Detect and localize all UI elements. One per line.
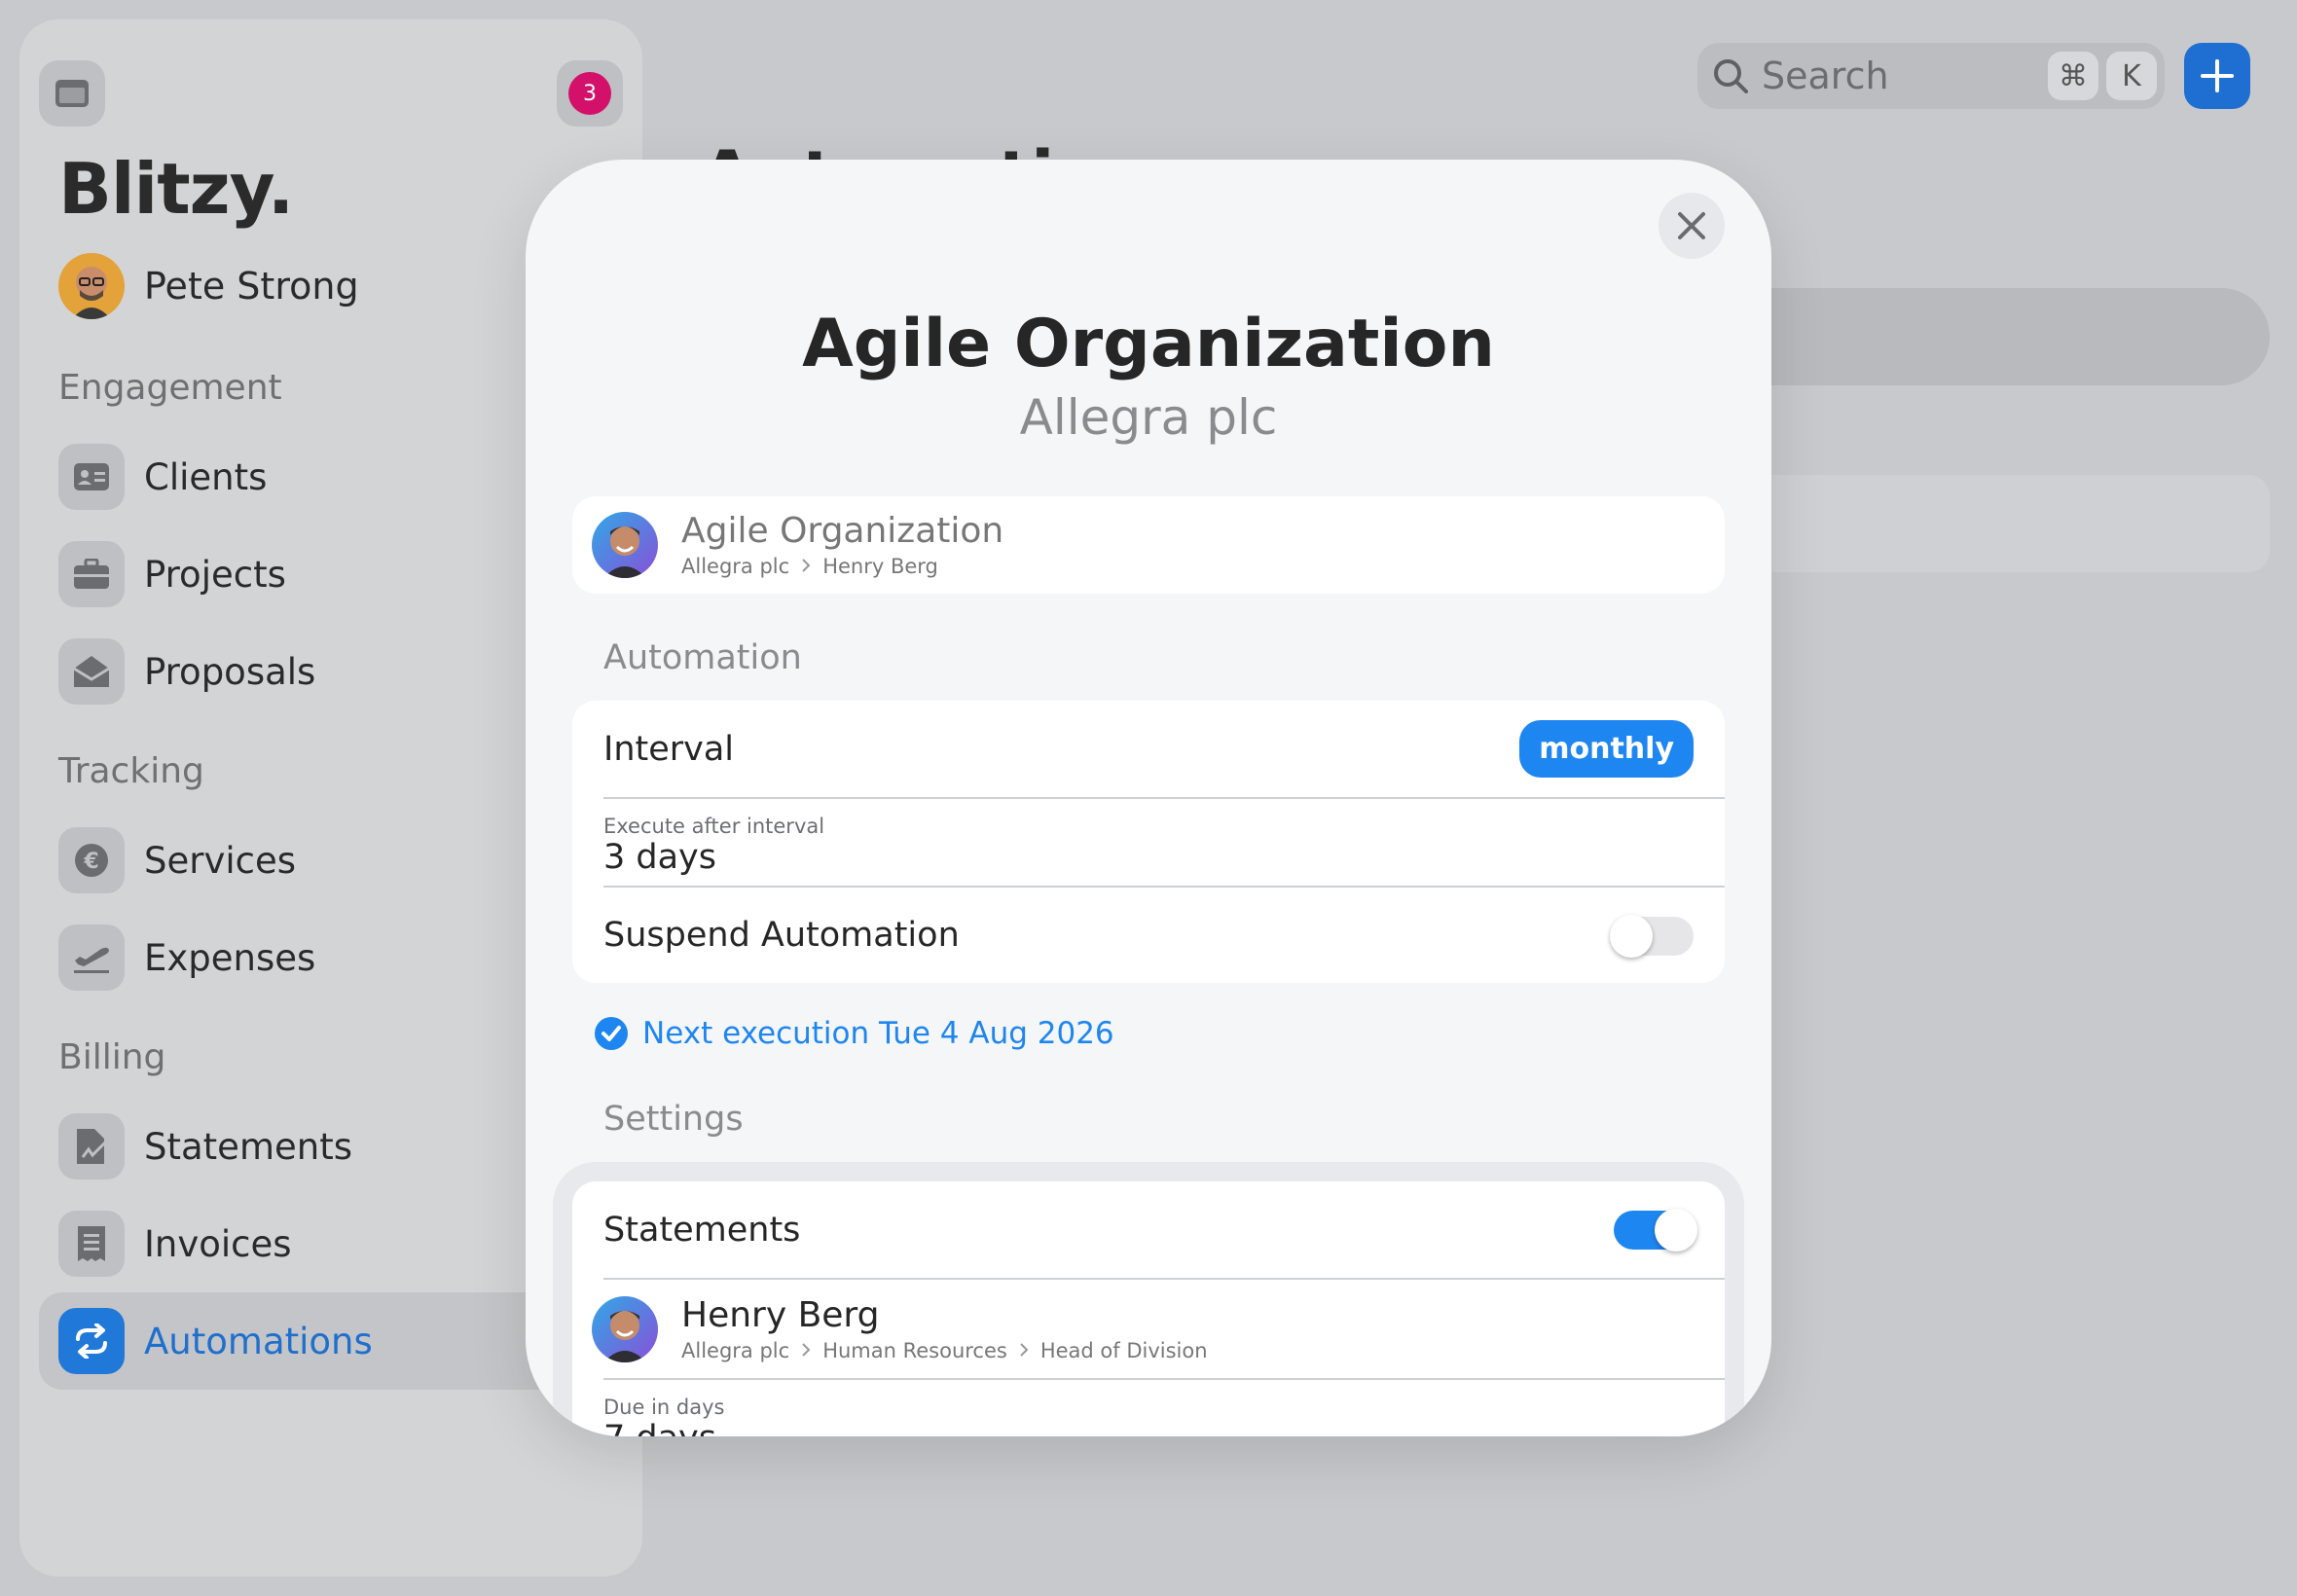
- next-execution-text: Next execution Tue 4 Aug 2026: [642, 1016, 1114, 1051]
- background-filter-bar: [1752, 288, 2270, 385]
- due-days-field[interactable]: Due in days 7 days: [603, 1382, 1725, 1436]
- sidebar-item-label: Automations: [144, 1320, 373, 1362]
- sidebar-item-label: Proposals: [144, 650, 316, 693]
- breadcrumb-item: Head of Division: [1039, 1339, 1208, 1362]
- statements-toggle[interactable]: [1614, 1209, 1697, 1251]
- project-reference-card[interactable]: Agile Organization Allegra plc Henry Ber…: [572, 496, 1725, 594]
- signed-document-icon: [58, 1113, 125, 1179]
- statements-row: Statements: [603, 1181, 1725, 1279]
- add-button[interactable]: [2184, 43, 2250, 109]
- notifications-button[interactable]: 3: [557, 60, 623, 127]
- user-name: Pete Strong: [144, 265, 359, 308]
- contact-name: Henry Berg: [681, 1295, 880, 1335]
- search-icon: [1714, 59, 1748, 93]
- avatar: [58, 253, 125, 319]
- divider: [603, 797, 1725, 799]
- app-logo: Blitzy.: [58, 148, 294, 230]
- execute-after-field[interactable]: Execute after interval 3 days: [603, 802, 1725, 889]
- close-button[interactable]: [1659, 193, 1725, 259]
- sidebar-item-label: Statements: [144, 1125, 352, 1168]
- avatar: [592, 1296, 658, 1362]
- reference-title: Agile Organization: [681, 511, 1004, 551]
- search-placeholder: Search: [1762, 54, 1889, 97]
- refresh-arrows-icon: [58, 1308, 125, 1374]
- svg-text:€: €: [83, 850, 98, 874]
- shortcut-modifier-key: ⌘: [2048, 52, 2098, 100]
- automation-modal: Agile Organization Allegra plc Agile Org…: [526, 160, 1771, 1436]
- breadcrumb-item: Henry Berg: [822, 555, 938, 578]
- statements-label: Statements: [603, 1211, 801, 1250]
- sidebar-item-label: Clients: [144, 455, 268, 498]
- modal-subtitle: Allegra plc: [1019, 389, 1278, 446]
- section-billing: Billing: [58, 1037, 166, 1077]
- breadcrumb-item: Allegra plc: [681, 555, 790, 578]
- toggle-knob: [1610, 915, 1653, 958]
- breadcrumb: Allegra plc Henry Berg: [681, 555, 1003, 578]
- execute-after-value: 3 days: [603, 838, 717, 877]
- next-execution-info: Next execution Tue 4 Aug 2026: [594, 1016, 1114, 1051]
- open-envelope-icon: [58, 638, 125, 705]
- interval-select[interactable]: monthly: [1519, 720, 1694, 778]
- chevron-right-icon: [801, 1339, 811, 1362]
- breadcrumb: Allegra plc Human Resources Head of Divi…: [681, 1339, 1208, 1362]
- avatar: [592, 512, 658, 578]
- user-profile[interactable]: Pete Strong: [58, 253, 359, 319]
- due-days-value: 7 days: [603, 1419, 716, 1436]
- plane-takeoff-icon: [58, 925, 125, 991]
- suspend-toggle[interactable]: [1610, 915, 1694, 958]
- search-input[interactable]: Search ⌘ K: [1697, 43, 2165, 109]
- interval-label: Interval: [603, 730, 735, 769]
- breadcrumb-item: Allegra plc: [681, 1339, 790, 1362]
- background-list-row: [1752, 475, 2270, 572]
- toggle-knob: [1655, 1209, 1697, 1251]
- automation-card: Interval monthly Execute after interval …: [572, 701, 1725, 983]
- contact-row[interactable]: Henry Berg Allegra plc Human Resources H…: [592, 1281, 1725, 1378]
- suspend-row: Suspend Automation: [603, 888, 1725, 983]
- breadcrumb-item: Human Resources: [822, 1339, 1007, 1362]
- shortcut-letter-key: K: [2106, 52, 2157, 100]
- execute-after-label: Execute after interval: [603, 815, 825, 838]
- statements-settings-card: Statements Henry Berg Allegra plc Human …: [572, 1181, 1725, 1436]
- notification-badge: 3: [568, 72, 611, 115]
- due-days-label: Due in days: [603, 1396, 725, 1419]
- sidebar-toggle-button[interactable]: [39, 60, 105, 127]
- check-circle-icon: [595, 1017, 628, 1050]
- sidebar-item-label: Expenses: [144, 936, 316, 979]
- section-tracking: Tracking: [58, 751, 204, 791]
- automation-section-label: Automation: [603, 638, 802, 677]
- suspend-label: Suspend Automation: [603, 916, 960, 955]
- euro-icon: €: [58, 827, 125, 893]
- chevron-right-icon: [1019, 1339, 1029, 1362]
- modal-title: Agile Organization: [802, 306, 1495, 382]
- plus-icon: [2201, 59, 2234, 92]
- sidebar-item-label: Invoices: [144, 1222, 292, 1265]
- sidebar-toggle-icon: [55, 80, 89, 107]
- chevron-right-icon: [801, 555, 811, 578]
- settings-section-label: Settings: [603, 1100, 744, 1139]
- section-engagement: Engagement: [58, 368, 282, 408]
- contact-card-icon: [58, 444, 125, 510]
- sidebar-item-label: Services: [144, 839, 297, 882]
- briefcase-icon: [58, 541, 125, 607]
- divider: [603, 1378, 1725, 1380]
- receipt-icon: [58, 1211, 125, 1277]
- divider: [603, 1278, 1725, 1280]
- sidebar-item-label: Projects: [144, 553, 286, 596]
- close-icon: [1678, 212, 1705, 239]
